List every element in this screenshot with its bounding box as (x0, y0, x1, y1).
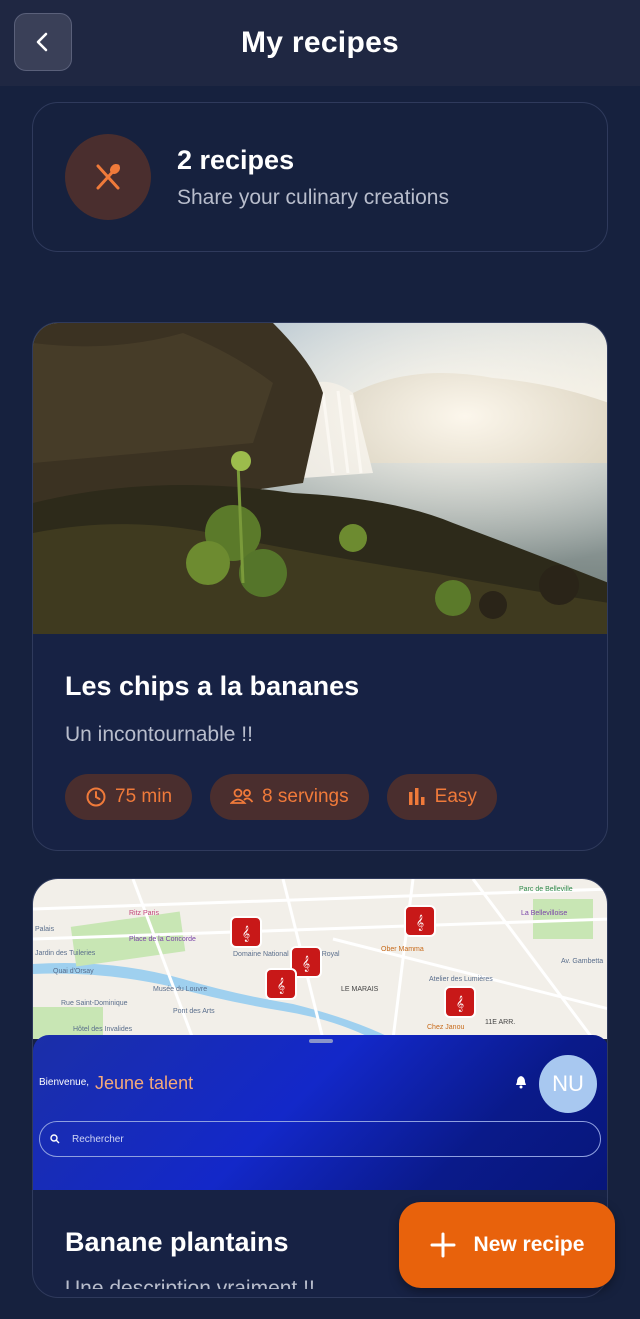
recipe-description: Une description vraiment !! (65, 1277, 315, 1289)
map-label: Domaine National du Palais-Royal (233, 951, 340, 958)
avatar: NU (539, 1055, 597, 1113)
map-label: Musée du Louvre (153, 986, 207, 993)
plus-icon (430, 1232, 456, 1258)
clock-icon (86, 787, 106, 807)
search-icon (50, 1134, 60, 1144)
new-recipe-label: New recipe (473, 1233, 585, 1256)
search-field: Rechercher (39, 1121, 601, 1157)
bell-icon (516, 1076, 526, 1089)
greeting-text: Bienvenue, (39, 1077, 90, 1088)
map-label: Pont des Arts (173, 1008, 215, 1015)
recipes-summary-card: 2 recipes Share your culinary creations (32, 102, 608, 252)
recipe-photo-waterfall (33, 323, 607, 634)
new-recipe-button[interactable]: New recipe (399, 1202, 615, 1288)
map-label: LE MARAIS (341, 986, 379, 993)
map-label: 11E ARR. (485, 1019, 515, 1026)
difficulty-value: Easy (434, 786, 477, 807)
recipe-count: 2 recipes (177, 144, 295, 175)
map-label: Ober Mamma (381, 946, 424, 953)
recipe-title: Les chips a la bananes (65, 671, 360, 701)
svg-text:𝄞: 𝄞 (302, 956, 310, 972)
page-title: My recipes (240, 26, 400, 59)
time-value: 75 min (115, 786, 173, 807)
bar-chart-icon (408, 788, 425, 805)
map-label: Chez Janou (427, 1024, 464, 1031)
chevron-left-icon (36, 32, 48, 52)
map-label: Rue Saint-Dominique (61, 1000, 128, 1007)
svg-text:𝄞: 𝄞 (416, 915, 424, 931)
map-label: La Bellevilloise (521, 910, 567, 917)
map-label: Palais (35, 926, 55, 933)
svg-text:𝄞: 𝄞 (456, 996, 464, 1012)
drag-handle (309, 1039, 333, 1043)
recipe-photo-map: Ritz Paris Place de la Concorde Palais J… (33, 879, 607, 1039)
map-label: Place de la Concorde (129, 936, 196, 943)
user-name: Jeune talent (95, 1073, 194, 1093)
svg-text:𝄞: 𝄞 (277, 978, 285, 994)
map-label: Atelier des Lumières (429, 976, 493, 983)
search-placeholder: Rechercher (72, 1133, 124, 1145)
people-icon (230, 788, 254, 804)
servings-value: 8 servings (262, 786, 349, 807)
recipe-card[interactable]: Les chips a la bananes Un incontournable… (32, 322, 608, 851)
summary-subtitle: Share your culinary creations (177, 185, 449, 209)
utensils-icon (65, 134, 151, 220)
time-chip: 75 min (65, 774, 193, 820)
recipe-description: Un incontournable !! (65, 723, 253, 746)
map-label: Jardin des Tuileries (35, 950, 96, 957)
difficulty-chip: Easy (386, 774, 497, 820)
map-label: Parc de Belleville (519, 886, 573, 893)
recipe-title: Banane plantains (65, 1227, 289, 1257)
map-label: Quai d'Orsay (53, 968, 94, 975)
map-label: Hôtel des Invalides (73, 1026, 133, 1033)
map-label: Av. Gambetta (561, 958, 603, 965)
back-button[interactable] (14, 13, 72, 71)
svg-text:𝄞: 𝄞 (242, 926, 250, 942)
servings-chip: 8 servings (210, 774, 369, 820)
app-header: My recipes (0, 0, 640, 86)
app-preview-overlay: Bienvenue, Jeune talent NU Rechercher (33, 1035, 607, 1190)
map-label: Ritz Paris (129, 910, 159, 917)
